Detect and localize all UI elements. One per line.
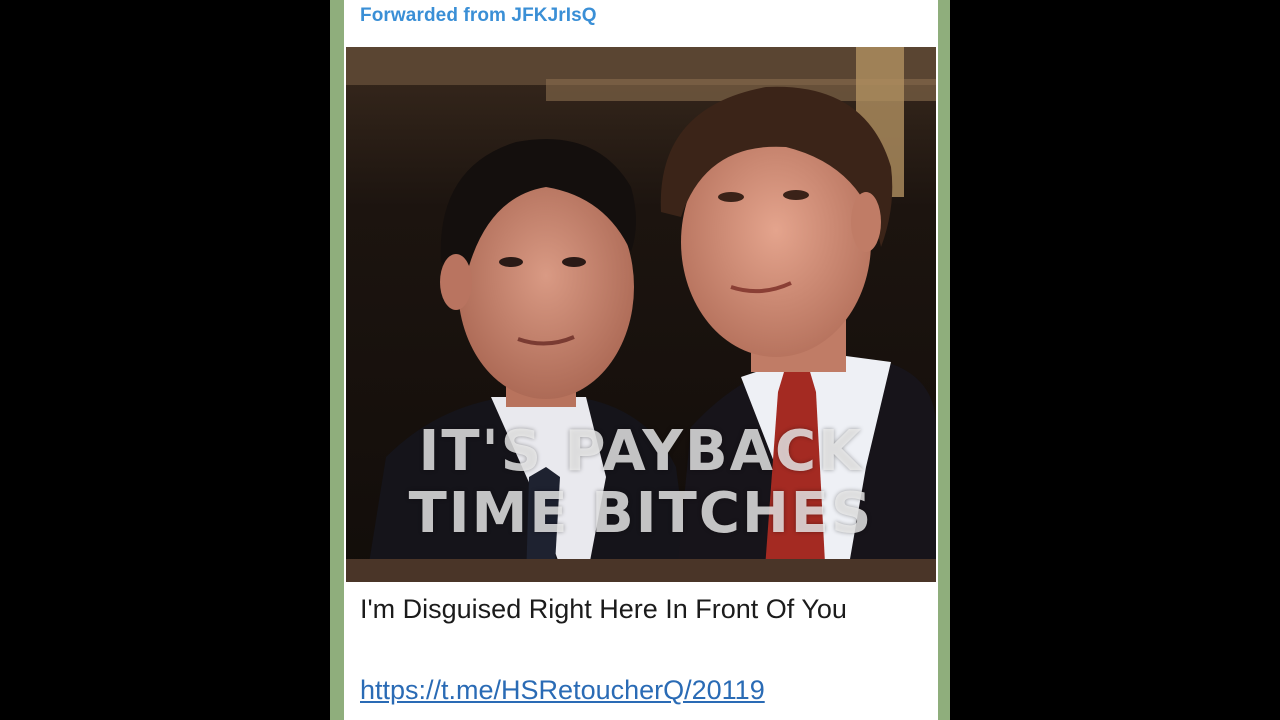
meme-text-line-1: IT'S PAYBACK [418, 419, 864, 484]
message-bubble: Forwarded from JFKJrIsQ IT'S PAYBACK TIM… [344, 0, 938, 720]
screen: Forwarded from JFKJrIsQ IT'S PAYBACK TIM… [0, 0, 1280, 720]
chat-area: Forwarded from JFKJrIsQ IT'S PAYBACK TIM… [330, 0, 950, 720]
forwarded-from-label[interactable]: Forwarded from JFKJrIsQ [360, 5, 597, 27]
meme-text-line-2: TIME BITCHES [408, 481, 874, 546]
message-link[interactable]: https://t.me/HSRetoucherQ/20119 [360, 675, 765, 706]
message-photo[interactable]: IT'S PAYBACK TIME BITCHES [346, 47, 936, 582]
message-caption: I'm Disguised Right Here In Front Of You [360, 594, 847, 624]
